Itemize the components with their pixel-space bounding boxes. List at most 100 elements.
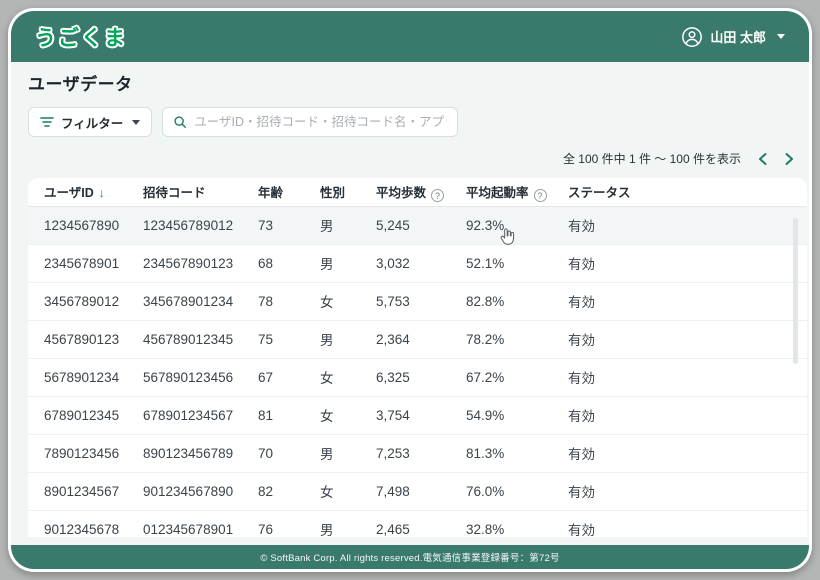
table-body: 123456789012345678901273男5,24592.3%有効234… bbox=[28, 206, 807, 537]
table-cell: 2,364 bbox=[376, 320, 466, 358]
table-cell: 7,253 bbox=[376, 434, 466, 472]
filter-icon bbox=[40, 116, 54, 128]
pagination: 全 100 件中 1 件 〜 100 件を表示 bbox=[563, 150, 795, 167]
table-cell: 有効 bbox=[568, 206, 807, 244]
table-cell: 男 bbox=[320, 434, 376, 472]
user-avatar-icon bbox=[681, 26, 703, 48]
search-icon bbox=[173, 115, 187, 129]
search-box[interactable] bbox=[162, 107, 458, 137]
table-cell: 7,498 bbox=[376, 472, 466, 510]
column-header-age: 年齢 bbox=[258, 178, 320, 206]
table-cell: 82 bbox=[258, 472, 320, 510]
table-cell: 78 bbox=[258, 282, 320, 320]
app-header: うごくま 山田 太郎 bbox=[11, 11, 809, 62]
table-cell: 男 bbox=[320, 244, 376, 282]
table-row[interactable]: 123456789012345678901273男5,24592.3%有効 bbox=[28, 206, 807, 244]
table-cell: 78.2% bbox=[466, 320, 568, 358]
table-cell: 456789012345 bbox=[143, 320, 258, 358]
table-cell: 54.9% bbox=[466, 396, 568, 434]
search-input[interactable] bbox=[194, 115, 447, 129]
table-cell: 女 bbox=[320, 358, 376, 396]
user-table-card: ユーザID↓ 招待コード 年齢 性別 bbox=[28, 178, 807, 537]
app-window: うごくま 山田 太郎 ユーザデータ bbox=[8, 8, 812, 572]
table-cell: 76.0% bbox=[466, 472, 568, 510]
table-scrollbar[interactable] bbox=[793, 218, 798, 364]
table-cell: 678901234567 bbox=[143, 396, 258, 434]
table-row[interactable]: 890123456790123456789082女7,49876.0%有効 bbox=[28, 472, 807, 510]
table-row[interactable]: 345678901234567890123478女5,75382.8%有効 bbox=[28, 282, 807, 320]
pagination-text: 全 100 件中 1 件 〜 100 件を表示 bbox=[563, 150, 741, 167]
help-icon[interactable]: ? bbox=[431, 189, 444, 202]
table-cell: 1234567890 bbox=[28, 206, 143, 244]
table-cell: 92.3% bbox=[466, 206, 568, 244]
table-cell: 567890123456 bbox=[143, 358, 258, 396]
table-cell: 76 bbox=[258, 510, 320, 537]
user-menu[interactable]: 山田 太郎 bbox=[681, 26, 785, 48]
column-header-user-id[interactable]: ユーザID↓ bbox=[28, 178, 143, 206]
copyright-text: © SoftBank Corp. All rights reserved.電気通… bbox=[260, 550, 559, 564]
pagination-prev-button[interactable] bbox=[757, 152, 768, 166]
column-header-status: ステータス bbox=[568, 178, 807, 206]
user-table: ユーザID↓ 招待コード 年齢 性別 bbox=[28, 178, 807, 537]
table-cell: 345678901234 bbox=[143, 282, 258, 320]
table-row[interactable]: 234567890123456789012368男3,03252.1%有効 bbox=[28, 244, 807, 282]
app-footer: © SoftBank Corp. All rights reserved.電気通… bbox=[11, 545, 809, 569]
table-cell: 82.8% bbox=[466, 282, 568, 320]
table-cell: 901234567890 bbox=[143, 472, 258, 510]
table-cell: 有効 bbox=[568, 472, 807, 510]
table-cell: 81.3% bbox=[466, 434, 568, 472]
table-cell: 女 bbox=[320, 282, 376, 320]
table-cell: 67.2% bbox=[466, 358, 568, 396]
table-cell: 52.1% bbox=[466, 244, 568, 282]
table-cell: 67 bbox=[258, 358, 320, 396]
table-cell: 2345678901 bbox=[28, 244, 143, 282]
main-content: ユーザデータ フィルター bbox=[11, 62, 809, 545]
table-cell: 女 bbox=[320, 396, 376, 434]
table-cell: 有効 bbox=[568, 320, 807, 358]
table-cell: 男 bbox=[320, 206, 376, 244]
table-row[interactable]: 901234567801234567890176男2,46532.8%有効 bbox=[28, 510, 807, 537]
table-row[interactable]: 456789012345678901234575男2,36478.2%有効 bbox=[28, 320, 807, 358]
table-cell: 女 bbox=[320, 472, 376, 510]
table-cell: 9012345678 bbox=[28, 510, 143, 537]
table-cell: 5678901234 bbox=[28, 358, 143, 396]
table-row[interactable]: 789012345689012345678970男7,25381.3%有効 bbox=[28, 434, 807, 472]
table-cell: 32.8% bbox=[466, 510, 568, 537]
pagination-next-button[interactable] bbox=[784, 152, 795, 166]
table-cell: 75 bbox=[258, 320, 320, 358]
table-cell: 有効 bbox=[568, 434, 807, 472]
table-row[interactable]: 567890123456789012345667女6,32567.2%有効 bbox=[28, 358, 807, 396]
table-cell: 8901234567 bbox=[28, 472, 143, 510]
filter-button-label: フィルター bbox=[61, 113, 123, 132]
table-cell: 有効 bbox=[568, 396, 807, 434]
table-cell: 7890123456 bbox=[28, 434, 143, 472]
column-header-invite-code: 招待コード bbox=[143, 178, 258, 206]
table-cell: 73 bbox=[258, 206, 320, 244]
table-cell: 70 bbox=[258, 434, 320, 472]
app-window-inner: うごくま 山田 太郎 ユーザデータ bbox=[11, 11, 809, 569]
table-cell: 有効 bbox=[568, 282, 807, 320]
help-icon[interactable]: ? bbox=[534, 189, 547, 202]
app-logo: うごくま bbox=[35, 22, 127, 52]
table-cell: 012345678901 bbox=[143, 510, 258, 537]
table-cell: 81 bbox=[258, 396, 320, 434]
table-cell: 6,325 bbox=[376, 358, 466, 396]
chevron-down-icon bbox=[132, 120, 140, 125]
table-cell: 5,245 bbox=[376, 206, 466, 244]
table-cell: 有効 bbox=[568, 510, 807, 537]
table-cell: 3,754 bbox=[376, 396, 466, 434]
column-header-avg-steps: 平均歩数? bbox=[376, 178, 466, 206]
table-cell: 890123456789 bbox=[143, 434, 258, 472]
table-cell: 68 bbox=[258, 244, 320, 282]
user-name: 山田 太郎 bbox=[710, 27, 766, 46]
chevron-down-icon bbox=[777, 34, 785, 39]
column-header-avg-launch-rate: 平均起動率? bbox=[466, 178, 568, 206]
table-cell: 3,032 bbox=[376, 244, 466, 282]
table-cell: 234567890123 bbox=[143, 244, 258, 282]
filter-row: フィルター bbox=[28, 107, 458, 137]
sort-desc-icon: ↓ bbox=[99, 186, 105, 200]
table-cell: 男 bbox=[320, 510, 376, 537]
filter-button[interactable]: フィルター bbox=[28, 107, 152, 137]
table-row[interactable]: 678901234567890123456781女3,75454.9%有効 bbox=[28, 396, 807, 434]
table-cell: 男 bbox=[320, 320, 376, 358]
